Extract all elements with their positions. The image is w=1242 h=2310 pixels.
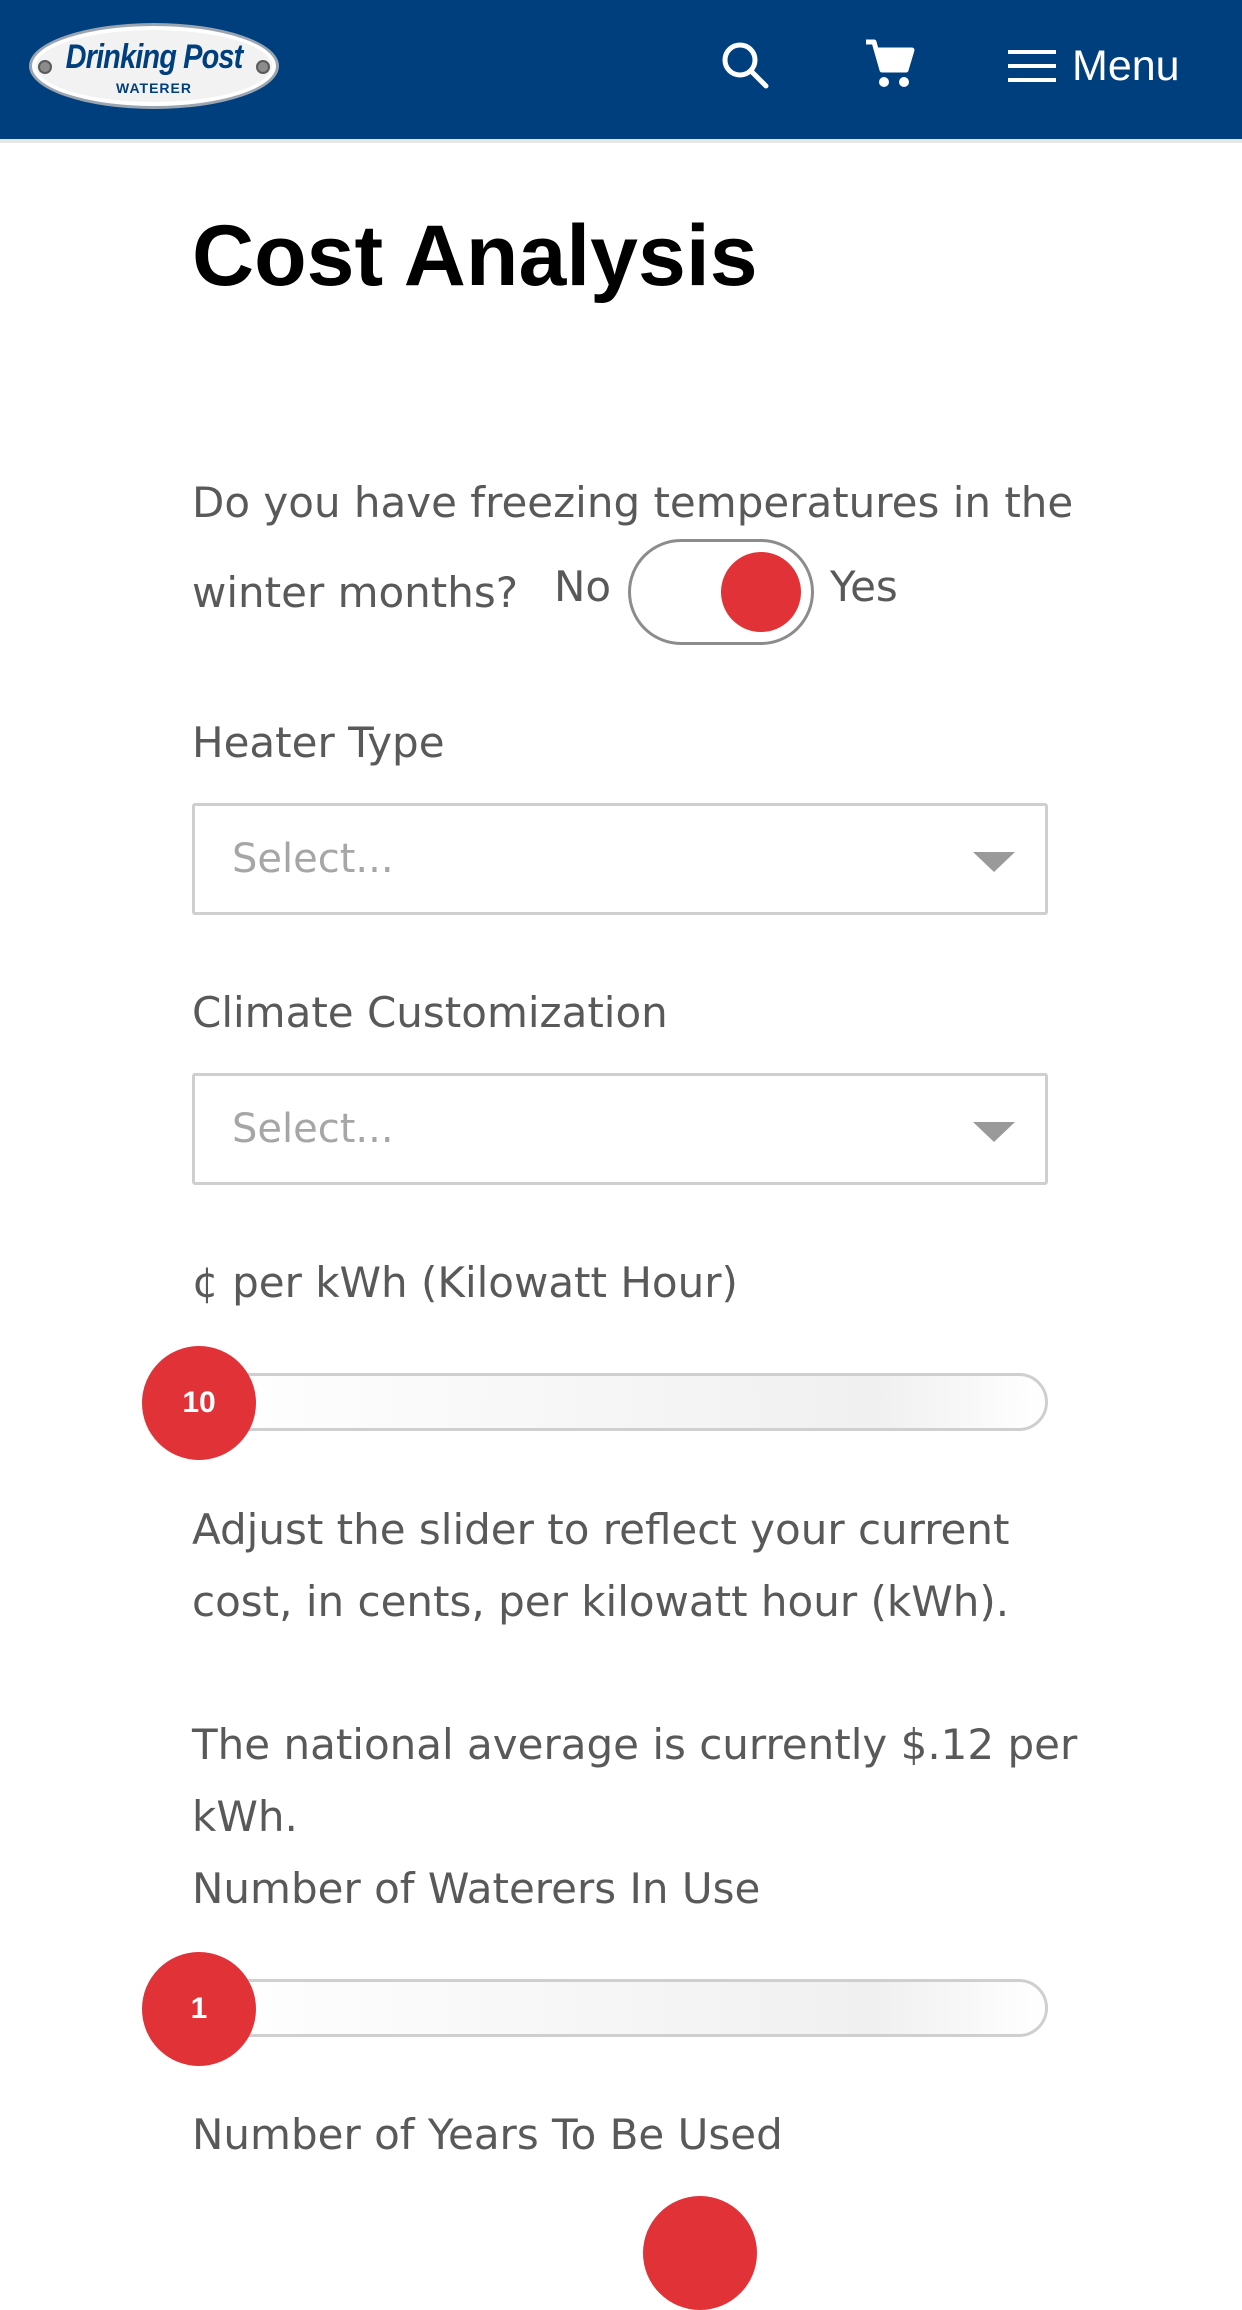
logo-bolt-right: [256, 60, 270, 74]
logo-main-text: Drinking Post: [65, 38, 244, 76]
hamburger-icon: [1008, 50, 1056, 82]
toggle-no-label: No: [554, 562, 612, 611]
menu-label: Menu: [1072, 41, 1180, 90]
years-label: Number of Years To Be Used: [192, 2110, 783, 2159]
toggle-knob: [721, 552, 801, 632]
climate-placeholder: Select...: [232, 1106, 394, 1152]
page-title: Cost Analysis: [192, 208, 758, 304]
chevron-down-icon: [973, 852, 1015, 872]
search-icon[interactable]: [720, 40, 770, 90]
heater-type-select[interactable]: Select...: [192, 803, 1048, 915]
freezing-question-line2: winter months?: [192, 568, 519, 617]
climate-label: Climate Customization: [192, 988, 668, 1037]
kwh-help-line1: Adjust the slider to reflect your curren…: [192, 1505, 1010, 1554]
heater-type-placeholder: Select...: [232, 836, 394, 882]
waterers-slider-handle[interactable]: 1: [142, 1952, 256, 2066]
logo-sub-text: WATERER: [116, 80, 192, 96]
cart-icon[interactable]: [864, 38, 916, 90]
top-navigation-bar: Drinking Post WATERER Menu: [0, 0, 1242, 139]
freezing-question-line1: Do you have freezing temperatures in the: [192, 478, 1074, 527]
menu-button[interactable]: Menu: [1008, 36, 1180, 96]
kwh-slider-handle[interactable]: 10: [142, 1346, 256, 1460]
kwh-label: ¢ per kWh (Kilowatt Hour): [192, 1258, 738, 1307]
drinking-post-logo[interactable]: Drinking Post WATERER: [29, 23, 279, 109]
kwh-slider-track[interactable]: [192, 1373, 1048, 1431]
kwh-note-line1: The national average is currently $.12 p…: [192, 1720, 1078, 1769]
kwh-help-line2: cost, in cents, per kilowatt hour (kWh).: [192, 1577, 1010, 1626]
waterers-slider-track[interactable]: [192, 1979, 1048, 2037]
waterers-label: Number of Waterers In Use: [192, 1864, 761, 1913]
heater-type-label: Heater Type: [192, 718, 445, 767]
toggle-yes-label: Yes: [830, 562, 898, 611]
years-slider-handle[interactable]: [643, 2196, 757, 2310]
freezing-toggle[interactable]: [628, 539, 814, 645]
chevron-down-icon: [973, 1122, 1015, 1142]
climate-select[interactable]: Select...: [192, 1073, 1048, 1185]
kwh-note-line2: kWh.: [192, 1792, 298, 1841]
header-divider: [0, 139, 1242, 143]
